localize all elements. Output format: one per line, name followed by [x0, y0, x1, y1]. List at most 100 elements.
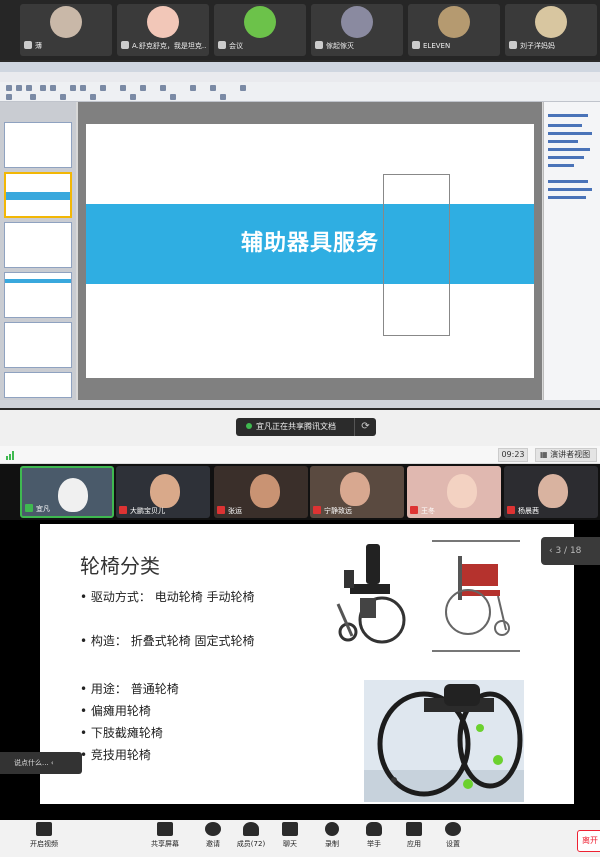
shared-wps-window: 辅助器具服务	[0, 62, 600, 408]
slide-bullet: • 驱动方式： 电动轮椅 手动轮椅	[80, 590, 255, 604]
toolbar-icon	[210, 85, 216, 91]
mic-off-icon	[217, 506, 225, 514]
participant-face	[58, 478, 88, 512]
toolbar-icon	[100, 85, 106, 91]
settings-button[interactable]: 设置	[433, 822, 473, 856]
participant-name: ELEVEN	[423, 42, 451, 50]
slide-title: 轮椅分类	[80, 554, 160, 578]
participant-name: 张运	[228, 507, 242, 515]
comment-input[interactable]: 说点什么... ‹	[0, 752, 82, 774]
slide-thumbnail[interactable]	[4, 122, 72, 168]
page-indicator[interactable]: ‹ 3 / 18	[541, 537, 600, 565]
video-tile[interactable]: 张运	[214, 466, 308, 518]
apps-button[interactable]: 应用	[394, 822, 434, 856]
mic-off-icon	[313, 506, 321, 514]
video-tile[interactable]: 王冬	[407, 466, 501, 518]
participant-tile[interactable]: 薄	[20, 4, 112, 56]
toolbar-icon	[16, 85, 22, 91]
toolbar-icon	[80, 85, 86, 91]
presenter-view-label: 演讲者视图	[550, 450, 591, 459]
participant-name: A.舒克舒克，我是坦克...	[132, 42, 207, 50]
participant-tile[interactable]: 傢起傢灭	[311, 4, 403, 56]
video-tile[interactable]: 杨晨茜	[504, 466, 598, 518]
participant-tile[interactable]: 刘子洋妈妈	[505, 4, 597, 56]
slide-bullet: • 用途： 普通轮椅	[80, 682, 179, 696]
participant-face	[150, 474, 180, 508]
task-link	[548, 132, 592, 135]
slide-thumbnail[interactable]	[4, 372, 72, 398]
toolbar-icon	[90, 94, 96, 100]
participant-name: 杨晨茜	[518, 507, 539, 515]
settings-icon	[445, 822, 461, 836]
chat-icon	[282, 822, 298, 836]
video-tile[interactable]: 大鹏宝贝儿	[116, 466, 210, 518]
toolbar-label: 共享屏幕	[151, 840, 179, 848]
slide-thumbnail[interactable]	[4, 322, 72, 368]
wps-slide-canvas[interactable]: 辅助器具服务	[86, 124, 534, 378]
divider	[432, 650, 520, 652]
task-link	[548, 188, 592, 191]
avatar	[438, 6, 470, 38]
electric-wheelchair-image	[336, 544, 406, 644]
slide-bullet: • 下肢截瘫轮椅	[80, 726, 163, 740]
top-meeting-screenshot: 薄 A.舒克舒克，我是坦克... 会议 傢起傢灭 ELEVEN 刘子洋妈妈 辅助…	[0, 0, 600, 410]
avatar	[147, 6, 179, 38]
top-participant-strip: 薄 A.舒克舒克，我是坦克... 会议 傢起傢灭 ELEVEN 刘子洋妈妈	[0, 0, 600, 60]
leave-meeting-button[interactable]: 离开	[577, 830, 600, 852]
mic-icon	[121, 41, 129, 49]
mic-icon	[315, 41, 323, 49]
manual-wheelchair-image	[445, 556, 510, 636]
avatar	[341, 6, 373, 38]
signal-icon	[6, 451, 14, 460]
toolbar-icon	[130, 94, 136, 100]
mic-icon	[24, 41, 32, 49]
slide-bullet: • 偏瘫用轮椅	[80, 704, 151, 718]
task-link	[548, 124, 582, 127]
record-icon	[325, 822, 339, 836]
task-link	[548, 180, 588, 183]
chat-button[interactable]: 聊天	[270, 822, 310, 856]
participant-name: 宜凡	[36, 505, 50, 513]
mic-icon	[509, 41, 517, 49]
avatar	[50, 6, 82, 38]
share-screen-button[interactable]: 共享屏幕	[145, 822, 185, 856]
task-pane	[543, 102, 600, 402]
invite-button[interactable]: 邀请	[193, 822, 233, 856]
mic-on-icon	[25, 504, 33, 512]
share-banner-bar: 宜凡正在共享腾讯文档 ⟳	[0, 410, 600, 446]
raise-hand-button[interactable]: 举手	[354, 822, 394, 856]
slide-thumbnail[interactable]	[4, 272, 72, 318]
slide-thumbnail-selected[interactable]	[4, 172, 72, 218]
toolbar-icon	[170, 94, 176, 100]
task-link	[548, 140, 578, 143]
page-number: 3 / 18	[555, 546, 582, 556]
slide-thumbnail[interactable]	[4, 222, 72, 268]
refresh-icon[interactable]: ⟳	[354, 418, 376, 436]
participant-tile[interactable]: 会议	[214, 4, 306, 56]
mic-off-icon	[119, 506, 127, 514]
participant-tile[interactable]: ELEVEN	[408, 4, 500, 56]
selection-box[interactable]	[383, 174, 450, 336]
toolbar-icon	[50, 85, 56, 91]
record-button[interactable]: 录制	[312, 822, 352, 856]
invite-icon	[205, 822, 221, 836]
presenter-view-button[interactable]: ▦ 演讲者视图	[535, 448, 597, 462]
participant-name: 刘子洋妈妈	[520, 42, 555, 50]
mic-icon	[412, 41, 420, 49]
divider	[432, 540, 520, 542]
members-button[interactable]: 成员(72)	[231, 822, 271, 856]
toggle-video-button[interactable]: 开启视频	[24, 822, 64, 856]
video-strip: 宜凡 大鹏宝贝儿 张运 宁静致远 王冬 杨晨茜	[0, 464, 600, 520]
bottom-meeting-screenshot: 宜凡正在共享腾讯文档 ⟳ 09:23 ▦ 演讲者视图 宜凡 大鹏宝贝儿 张运 宁…	[0, 410, 600, 857]
toolbar-icon	[26, 85, 32, 91]
avatar	[244, 6, 276, 38]
sharing-indicator[interactable]: 宜凡正在共享腾讯文档 ⟳	[236, 418, 376, 436]
presentation-slide: 轮椅分类 • 驱动方式： 电动轮椅 手动轮椅 • 构造： 折叠式轮椅 固定式轮椅…	[40, 524, 574, 804]
slide-bullet: • 构造： 折叠式轮椅 固定式轮椅	[80, 634, 255, 648]
video-tile-active[interactable]: 宜凡	[20, 466, 114, 518]
participant-tile[interactable]: A.舒克舒克，我是坦克...	[117, 4, 209, 56]
toolbar-icon	[70, 85, 76, 91]
video-tile[interactable]: 宁静致远	[310, 466, 404, 518]
participant-face	[340, 472, 370, 506]
meeting-status-row: 09:23 ▦ 演讲者视图	[0, 446, 600, 464]
